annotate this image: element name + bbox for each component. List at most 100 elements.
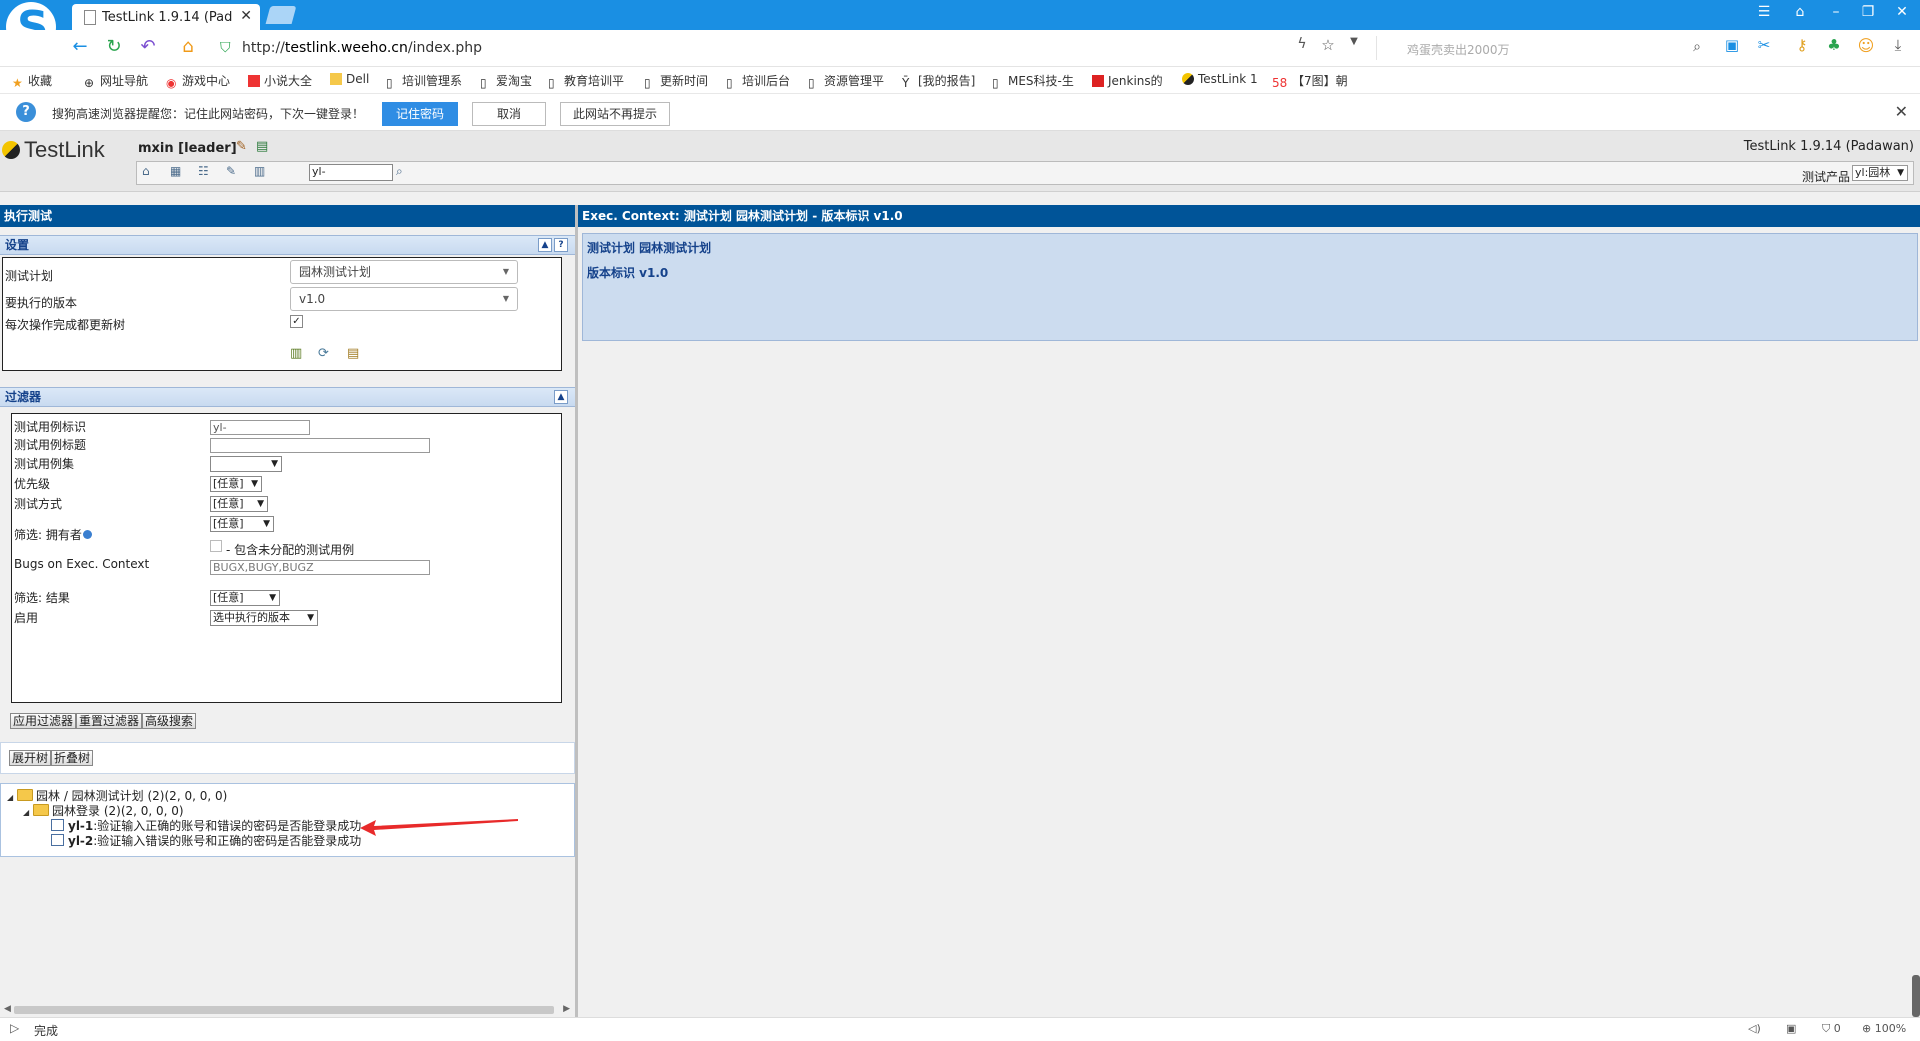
side-widget[interactable]	[1912, 975, 1920, 1017]
search-box[interactable]: 鸡蛋壳卖出2000万 ⌕	[1376, 36, 1707, 60]
user-settings-icon[interactable]: ✎	[236, 139, 247, 154]
bookmark-item[interactable]: ▯ 资源管理平	[808, 72, 884, 90]
undo-icon[interactable]: ↶	[136, 36, 160, 60]
bookmark-item[interactable]: ▯ MES科技-生	[992, 72, 1074, 90]
bookmark-item[interactable]: ▯ 教育培训平	[548, 72, 624, 90]
bookmark-item[interactable]: ▯ 爱淘宝	[480, 72, 532, 90]
bookmark-item[interactable]: ◉ 游戏中心	[166, 72, 230, 90]
bugs-input[interactable]: BUGX,BUGY,BUGZ	[210, 560, 430, 575]
tc-search-input[interactable]: yl-	[309, 164, 393, 181]
bookmark-item[interactable]: Dell	[330, 72, 369, 86]
reset-filter-button[interactable]: 重置过滤器	[76, 713, 143, 729]
back-icon[interactable]: ←	[68, 36, 92, 60]
bookmark-item[interactable]: 58 【7图】朝	[1272, 72, 1348, 90]
bookmark-item[interactable]: ▯ 更新时间	[644, 72, 708, 90]
collapse-icon[interactable]: ▲	[538, 238, 552, 252]
status-text: 完成	[34, 1024, 59, 1038]
exec-type-select[interactable]: [任意] ▼	[210, 496, 268, 512]
bookmark-item[interactable]: TestLink 1	[1182, 72, 1258, 86]
lock-icon[interactable]: ▣	[1786, 1022, 1796, 1035]
right-frame: Exec. Context: 测试计划 园林测试计划 - 版本标识 v1.0 测…	[578, 205, 1920, 1019]
new-tab-button[interactable]	[265, 6, 297, 24]
search-icon[interactable]: ⌕	[396, 164, 403, 179]
owner-select[interactable]: [任意] ▼	[210, 516, 274, 532]
product-select[interactable]: yl:园林 ▼	[1852, 165, 1908, 181]
bookmark-item[interactable]: Jenkins的	[1092, 72, 1163, 89]
refresh-tree-checkbox[interactable]: ✓	[290, 315, 303, 328]
tree-testcase-node[interactable]: yl-2:验证输入错误的账号和正确的密码是否能登录成功	[51, 832, 361, 849]
enable-select[interactable]: 选中执行的版本 ▼	[210, 610, 318, 626]
current-user: mxin [leader]	[138, 141, 237, 156]
bugs-label: Bugs on Exec. Context	[14, 557, 150, 571]
horizontal-scrollbar[interactable]: ◀ ▶	[2, 1003, 572, 1017]
refresh-icon[interactable]: ⟳	[318, 346, 329, 361]
restore-icon[interactable]: ❐	[1856, 4, 1880, 24]
left-title: 执行测试	[0, 205, 575, 227]
tc-title-label: 测试用例标题	[14, 438, 87, 452]
execute-icon[interactable]: ✎	[226, 164, 240, 178]
expand-icon[interactable]: ◢	[23, 808, 33, 817]
advanced-search-button[interactable]: 高级搜索	[142, 713, 197, 729]
reports-icon[interactable]: ▥	[254, 164, 268, 178]
search-icon[interactable]: ⌕	[1693, 39, 1701, 55]
expand-tree-button[interactable]: 展开树	[9, 750, 52, 766]
bookmark-item[interactable]: ▯ 培训管理系	[386, 72, 462, 90]
key-icon[interactable]: ⚷	[1790, 36, 1814, 60]
folder-icon	[33, 804, 49, 816]
sound-icon[interactable]: ◁)	[1748, 1022, 1761, 1035]
include-unassigned-checkbox[interactable]	[210, 540, 222, 552]
bookmark-item[interactable]: Ȳ [我的报告]	[902, 72, 975, 90]
scroll-thumb[interactable]	[14, 1006, 554, 1014]
tc-id-input[interactable]: yl-	[210, 420, 310, 435]
tc-suite-select[interactable]: ▼	[210, 456, 282, 472]
address-bar[interactable]: ⛉ http://testlink.weeho.cn/index.php	[212, 36, 1302, 60]
browser-tab[interactable]: TestLink 1.9.14 (Padaw ✕	[72, 4, 260, 30]
help-icon[interactable]: ?	[554, 238, 568, 252]
game-icon[interactable]: ♣	[1822, 36, 1846, 60]
remember-password-button[interactable]: 记住密码	[382, 102, 458, 126]
expand-icon[interactable]: ◢	[7, 793, 17, 802]
navigation-bar: ← ↻ ↶ ⌂ ⛉ http://testlink.weeho.cn/index…	[0, 30, 1920, 67]
testlink-logo[interactable]: TestLink	[2, 137, 105, 163]
requirements-icon[interactable]: ▦	[170, 164, 184, 178]
extension-icon[interactable]: ▣	[1720, 36, 1744, 60]
minimize-icon[interactable]: –	[1824, 4, 1848, 24]
build-select[interactable]: v1.0	[290, 287, 518, 311]
menu-icon[interactable]: ☰	[1752, 4, 1776, 24]
search-placeholder: 鸡蛋壳卖出2000万	[1407, 43, 1510, 57]
star-icon[interactable]: ☆	[1316, 36, 1340, 60]
shield-count[interactable]: ⛉ 0	[1822, 1022, 1841, 1036]
logout-icon[interactable]: ▤	[256, 139, 268, 154]
lightning-icon[interactable]: ϟ	[1290, 36, 1314, 60]
bookmark-item[interactable]: ★ 收藏	[12, 72, 52, 90]
refresh-icon[interactable]: ↻	[102, 36, 126, 60]
export-icon[interactable]: ▤	[347, 346, 359, 361]
close-notice-icon[interactable]: ✕	[1895, 102, 1908, 121]
plan-select[interactable]: 园林测试计划	[290, 260, 518, 284]
tab-title: TestLink 1.9.14 (Padaw	[102, 10, 232, 25]
close-tab-icon[interactable]: ✕	[240, 8, 252, 24]
collapse-tree-button[interactable]: 折叠树	[51, 750, 94, 766]
bookmark-item[interactable]: ▯ 培训后台	[726, 72, 790, 90]
play-icon[interactable]: ▷	[10, 1021, 19, 1035]
desktop-icon[interactable]: ⌂	[142, 164, 156, 178]
bookmark-item[interactable]: 小说大全	[248, 72, 312, 89]
bookmark-item[interactable]: ⊕ 网址导航	[84, 72, 148, 90]
download-icon[interactable]: ⤓	[1886, 36, 1910, 60]
never-remind-button[interactable]: 此网站不再提示	[560, 102, 670, 126]
tools-icon[interactable]: ✂	[1752, 36, 1776, 60]
specification-icon[interactable]: ☷	[198, 164, 212, 178]
priority-select[interactable]: [任意] ▼	[210, 476, 262, 492]
collapse-icon[interactable]: ▲	[554, 390, 568, 404]
zoom-level[interactable]: ⊕ 100%	[1862, 1022, 1906, 1035]
smile-icon[interactable]: ☺	[1854, 36, 1878, 60]
dropdown-icon[interactable]: ▼	[1342, 36, 1366, 60]
close-window-icon[interactable]: ✕	[1890, 4, 1914, 24]
cancel-button[interactable]: 取消	[472, 102, 546, 126]
result-select[interactable]: [任意] ▼	[210, 590, 280, 606]
bulk-exec-icon[interactable]: ▥	[290, 346, 302, 361]
tc-title-input[interactable]	[210, 438, 430, 453]
apply-filter-button[interactable]: 应用过滤器	[10, 713, 77, 729]
home-icon[interactable]: ⌂	[176, 36, 200, 60]
skin-icon[interactable]: ⌂	[1788, 4, 1812, 24]
